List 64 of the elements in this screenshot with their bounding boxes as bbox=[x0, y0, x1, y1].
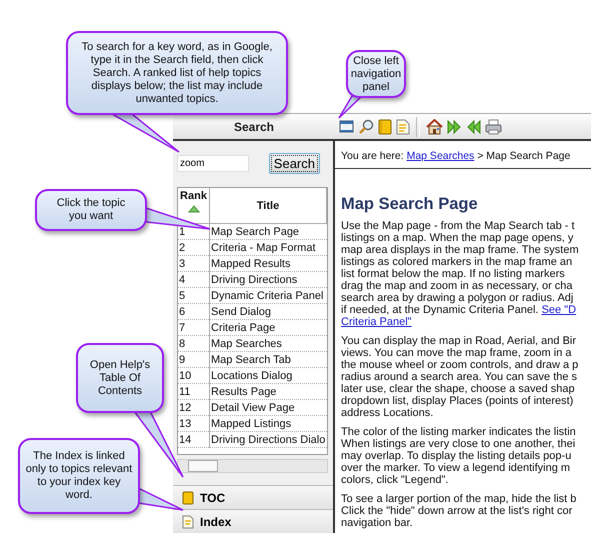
back-icon[interactable] bbox=[466, 120, 481, 134]
paragraph: Use the Map page - from the Map Search tab - t listings on a map. When the map page opens, y map area displays in the map frame. The system listings as colored markers in the map frame an list format below the map. If no listing markers drag the map and zoom in as necessary, or cha search area by drawing a polygon or radius. Adj if needed, at the Dynamic Criteria Panel. See "D Criteria Panel" bbox=[341, 220, 579, 328]
rank-cell: 3 bbox=[179, 258, 186, 270]
panel-title: Search bbox=[234, 120, 274, 134]
book-icon[interactable] bbox=[378, 118, 392, 134]
callout-text: Close left navigation panel bbox=[350, 54, 402, 94]
nav-tab[interactable]: TOC bbox=[173, 485, 333, 509]
topic-link[interactable]: Map Search Tab bbox=[211, 354, 291, 366]
rank-cell: 10 bbox=[179, 370, 192, 382]
breadcrumb-separator: > bbox=[477, 150, 484, 162]
printer-icon[interactable] bbox=[485, 118, 502, 134]
paragraph: The color of the listing marker indicates the listin When listings are very close to one another, thei may overlap. To display the listing details pop-u over the marker. To view a legend identifying m colors, click "Legend". bbox=[341, 426, 576, 486]
rank-cell: 8 bbox=[179, 338, 186, 350]
page-title: Map Search Page bbox=[341, 195, 479, 214]
callout-text: Click the topic you want bbox=[56, 197, 126, 223]
paragraph: You can display the map in Road, Aerial, and Bir views. You can move the map frame, zoom in a the mouse wheel or zoom controls, and draw a p radius around a search area. You can save the s later use, clear the shape, choose a saved shap dropdown list, display Places (points of interest) address Locations. bbox=[341, 335, 578, 419]
topic-link[interactable]: Map Searches bbox=[211, 338, 282, 350]
topic-link[interactable]: Criteria - Map Format bbox=[211, 242, 316, 254]
topic-link[interactable]: See "D bbox=[542, 304, 576, 316]
forward-icon[interactable] bbox=[447, 120, 462, 134]
column-header[interactable]: Rank bbox=[180, 190, 207, 202]
topic-link[interactable]: Locations Dialog bbox=[211, 370, 292, 382]
callout-text: To search for a key word, as in Google, type it in the Search field, then click Search. A ranked list of help topics displays below; the list may include unwanted topics. bbox=[80, 40, 274, 106]
panel-toggle-icon[interactable] bbox=[339, 119, 354, 134]
rank-cell: 11 bbox=[179, 386, 190, 398]
scrollbar-thumb[interactable] bbox=[188, 460, 218, 472]
topic-link[interactable]: Mapped Listings bbox=[211, 418, 292, 430]
topic-link[interactable]: Criteria Page bbox=[211, 322, 276, 334]
topic-link[interactable]: Driving Directions bbox=[211, 274, 298, 286]
column-header[interactable]: Title bbox=[256, 200, 280, 212]
nav-tab[interactable]: Index bbox=[173, 509, 333, 533]
book-icon bbox=[182, 490, 194, 504]
document-icon bbox=[182, 514, 194, 528]
topic-link[interactable]: Detail View Page bbox=[211, 402, 295, 414]
breadcrumb-current: Map Search Page bbox=[486, 150, 570, 162]
paragraph: To see a larger portion of the map, hide the list b Click the "hide" down arrow at the list's right cor navigation bar. bbox=[341, 493, 576, 529]
topic-link[interactable]: Dynamic Criteria Panel bbox=[211, 290, 324, 302]
sort-arrow-icon[interactable] bbox=[188, 205, 200, 213]
breadcrumb-label: You are here: bbox=[341, 150, 404, 162]
rank-cell: 7 bbox=[179, 322, 186, 334]
rank-cell: 12 bbox=[179, 402, 192, 414]
search-field[interactable]: zoom bbox=[177, 154, 249, 172]
rank-cell: 5 bbox=[179, 290, 186, 302]
rank-cell: 6 bbox=[179, 306, 186, 318]
callout-text: The Index is linked only to topics relevant to your index key word. bbox=[24, 450, 134, 502]
rank-cell: 13 bbox=[179, 418, 192, 430]
callout-text: Open Help's Table Of Contents bbox=[88, 358, 152, 398]
home-icon[interactable] bbox=[426, 118, 443, 134]
rank-cell: 14 bbox=[179, 434, 192, 446]
rank-cell: 1 bbox=[179, 226, 186, 238]
topic-link[interactable]: Send Dialog bbox=[211, 306, 271, 318]
topic-link[interactable]: Mapped Results bbox=[211, 258, 290, 270]
topic-link[interactable]: Driving Directions Dialo bbox=[211, 434, 326, 446]
topic-link[interactable]: Map Search Page bbox=[211, 226, 300, 238]
breadcrumb-link[interactable]: Map Searches bbox=[406, 150, 474, 162]
topic-link[interactable]: Results Page bbox=[211, 386, 276, 398]
search-button[interactable]: Search bbox=[268, 152, 320, 174]
search-icon[interactable] bbox=[358, 118, 374, 134]
rank-cell: 4 bbox=[179, 274, 186, 286]
rank-cell: 9 bbox=[179, 354, 186, 366]
horizontal-scrollbar[interactable] bbox=[177, 459, 328, 473]
rank-cell: 2 bbox=[179, 242, 186, 254]
topic-link[interactable]: Criteria Panel" bbox=[341, 316, 412, 328]
document-icon[interactable] bbox=[396, 118, 410, 134]
